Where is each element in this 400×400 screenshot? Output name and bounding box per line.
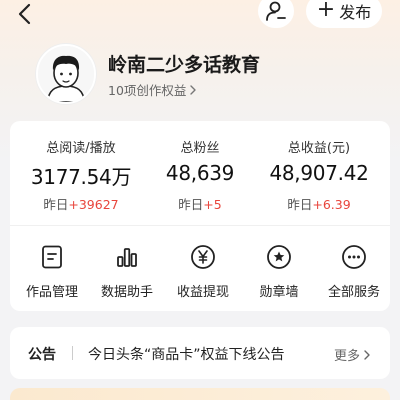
publish-label: 发布: [339, 3, 372, 22]
stat-delta: 昨日+6.39: [256, 194, 382, 213]
stat-delta-value: +6.39: [312, 197, 351, 212]
stats-card: 总阅读/播放 3177.54万 昨日+39627 总粉丝 48,639 昨日+5…: [10, 121, 390, 311]
announcement-bar[interactable]: 公告 今日头条“商品卡”权益下线公告 更多: [10, 327, 390, 379]
chevron-left-icon: [18, 3, 31, 25]
stat-value: 48,907.42: [269, 161, 369, 185]
tool-all-services[interactable]: 全部服务: [316, 241, 392, 301]
yuan-icon: [189, 243, 217, 271]
stat-label: 总粉丝: [180, 141, 220, 156]
more-label: 更多: [334, 349, 361, 364]
announcement-text: 今日头条“商品卡”权益下线公告: [88, 347, 285, 363]
tool-works-management[interactable]: 作品管理: [14, 241, 90, 301]
profile-header: 岭南二少多话教育 10项创作权益: [36, 44, 386, 104]
stat-delta-prefix: 昨日: [43, 197, 69, 212]
account-settings-button[interactable]: [258, 0, 294, 28]
stat-delta-prefix: 昨日: [287, 197, 313, 212]
user-settings-icon: [266, 1, 286, 21]
announcement-more-link[interactable]: 更多: [334, 345, 372, 364]
more-icon: [340, 243, 368, 271]
tool-label: 勋章墙: [259, 285, 299, 300]
bar-chart-icon: [113, 243, 141, 271]
creator-rights-link[interactable]: 10项创作权益: [108, 80, 198, 99]
chevron-right-icon: [190, 84, 197, 95]
stat-delta: 昨日+39627: [18, 194, 144, 213]
account-name: 岭南二少多话教育: [108, 54, 261, 76]
chevron-right-icon: [364, 349, 370, 360]
medal-icon: [265, 243, 293, 271]
stat-value: 48,639: [165, 161, 235, 185]
tool-medal-wall[interactable]: 勋章墙: [241, 241, 317, 301]
tool-label: 收益提现: [176, 285, 229, 300]
avatar-illustration: [38, 46, 94, 102]
tool-data-assistant[interactable]: 数据助手: [89, 241, 165, 301]
tool-label: 作品管理: [25, 285, 78, 300]
stat-label: 总阅读/播放: [46, 141, 116, 156]
stat-delta-value: +39627: [68, 197, 119, 212]
tool-label: 数据助手: [100, 285, 153, 300]
promo-banner[interactable]: [10, 388, 390, 400]
stat-delta: 昨日+5: [137, 194, 263, 213]
stat-value: 3177.54万: [30, 165, 132, 189]
avatar[interactable]: [36, 44, 96, 104]
stat-delta-prefix: 昨日: [178, 197, 204, 212]
divider: [72, 346, 73, 360]
announcement-title: 公告: [28, 347, 56, 363]
top-bar: + 发布: [0, 0, 400, 30]
publish-button[interactable]: + 发布: [306, 0, 382, 28]
plus-icon: +: [316, 0, 336, 22]
document-icon: [38, 243, 66, 271]
tool-label: 全部服务: [327, 285, 380, 300]
stat-label: 总收益(元): [287, 141, 351, 156]
tool-income-withdraw[interactable]: 收益提现: [165, 241, 241, 301]
back-button[interactable]: [14, 2, 38, 26]
stat-delta-value: +5: [203, 197, 222, 212]
divider: [10, 225, 390, 226]
creator-rights-label: 10项创作权益: [108, 83, 187, 98]
